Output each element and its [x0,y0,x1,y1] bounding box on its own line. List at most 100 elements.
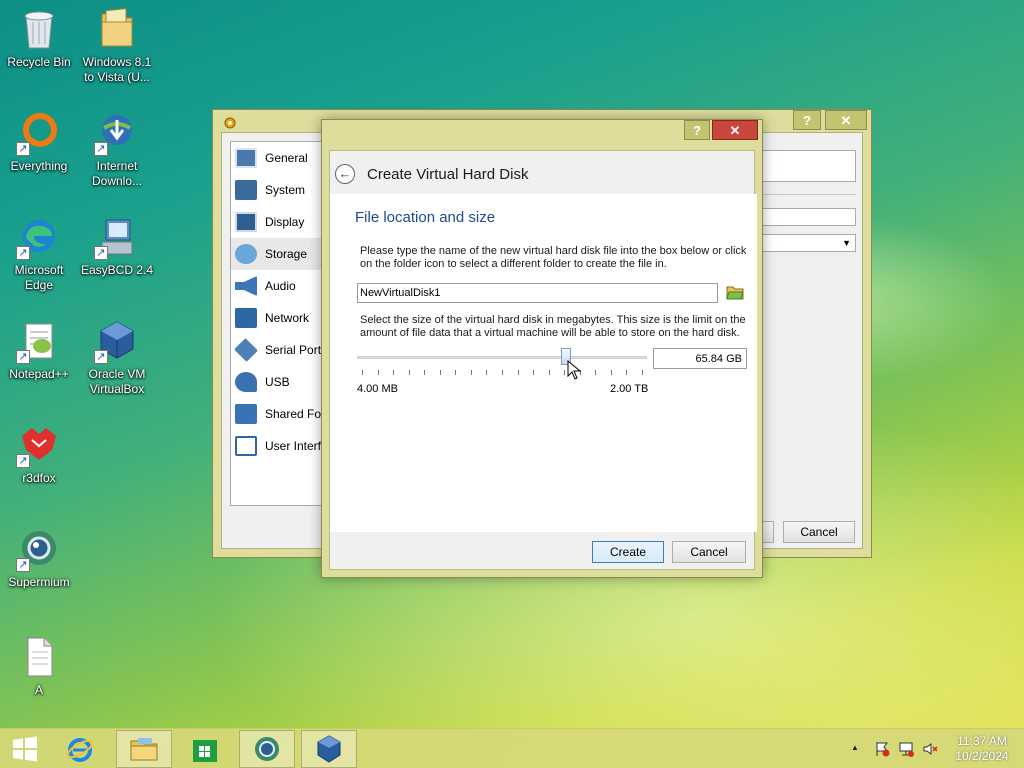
dialog-cancel-button[interactable]: Cancel [672,541,746,563]
dialog-page: File location and size Please type the n… [330,194,757,532]
nav-item-storage[interactable]: Storage [231,238,329,270]
slider-tick [548,370,550,375]
start-button[interactable] [0,730,50,768]
nav-item-label: Storage [265,247,308,261]
slider-tick [408,370,410,375]
slider-tick [455,370,457,375]
file-explorer-icon [130,738,158,761]
desktop-icon-idm[interactable]: ↗ Internet Downlo... [78,110,156,189]
size-slider[interactable] [357,348,647,378]
virtualbox-icon: ↗ [94,318,140,364]
size-value-input[interactable] [653,348,747,369]
desktop-icon-label: Recycle Bin [7,55,71,69]
nav-item-label: Serial Ports [265,343,328,357]
shortcut-arrow-icon: ↗ [94,246,108,260]
choose-folder-button[interactable] [726,283,744,301]
nav-item-shared-folders[interactable]: Shared Folders [231,398,329,430]
nav-item-label: Shared Folders [265,407,329,421]
taskbar-internet-explorer[interactable] [52,730,108,768]
nav-item-audio[interactable]: Audio [231,270,329,302]
virtualbox-icon [317,735,341,763]
back-button[interactable]: ← [335,164,355,184]
shortcut-arrow-icon: ↗ [94,142,108,156]
dialog-help-button[interactable]: ? [684,120,710,140]
location-instructions: Please type the name of the new virtual … [360,245,747,270]
slider-tick [439,370,441,375]
nav-item-display[interactable]: Display [231,206,329,238]
slider-tick [486,370,488,375]
create-virtual-hard-disk-dialog[interactable]: ? ✕ ← Create Virtual Hard Disk File loca… [321,119,763,578]
settings-help-button[interactable]: ? [793,110,821,130]
tray-overflow-chevron[interactable]: ▲ [851,743,859,752]
nav-item-usb[interactable]: USB [231,366,329,398]
slider-ticks [357,370,647,376]
desktop-icon-easybcd[interactable]: ↗ EasyBCD 2.4 [78,214,156,278]
usb-icon [235,372,257,392]
taskbar-supermium[interactable] [239,730,295,768]
tray-action-center-icon[interactable] [874,741,890,757]
slider-tick [610,370,612,375]
nav-item-system[interactable]: System [231,174,329,206]
settings-gear-icon [222,115,238,131]
shortcut-arrow-icon: ↗ [16,142,30,156]
nav-item-serial-ports[interactable]: Serial Ports [231,334,329,366]
section-heading: File location and size [355,209,496,226]
shared-folder-icon [235,404,257,424]
desktop-icon-notepadpp[interactable]: ↗ Notepad++ [0,318,78,382]
settings-text-field[interactable] [762,208,856,226]
nav-item-user-interface[interactable]: User Interface [231,430,329,462]
nav-item-label: General [265,151,308,165]
desktop-icon-label: Oracle VM VirtualBox [88,367,146,396]
slider-tick [533,370,535,375]
desktop-icon-label: r3dfox [22,471,56,485]
taskbar-virtualbox[interactable] [301,730,357,768]
nav-item-label: User Interface [265,439,329,453]
nav-item-label: System [265,183,306,197]
desktop-icon-text-file[interactable]: A [0,634,78,698]
desktop-icon-label: Everything [10,159,68,173]
desktop-icon-edge[interactable]: ↗ Microsoft Edge [0,214,78,293]
dialog-close-button[interactable]: ✕ [712,120,758,140]
settings-cancel-button[interactable]: Cancel [783,521,855,543]
nav-item-label: Network [265,311,310,325]
tray-clock[interactable]: 11:37 AM 10/2/2024 [948,734,1016,764]
back-arrow-icon: ← [338,166,352,181]
speaker-icon [235,276,257,296]
nav-item-network[interactable]: Network [231,302,329,334]
slider-track [357,356,647,359]
create-button[interactable]: Create [592,541,664,563]
disk-icon [235,244,257,264]
slider-tick [626,370,628,375]
desktop-icon-supermium[interactable]: ↗ Supermium [0,526,78,590]
slider-tick [502,370,503,375]
tray-volume-muted-icon[interactable] [922,741,938,757]
chevron-down-icon: ▼ [842,238,851,248]
desktop-icon-recycle-bin[interactable]: Recycle Bin [0,6,78,70]
desktop-icon-everything[interactable]: ↗ Everything [0,110,78,174]
slider-tick [377,370,379,375]
nav-item-general[interactable]: General [231,142,329,174]
shortcut-arrow-icon: ↗ [16,350,30,364]
settings-close-button[interactable]: ✕ [825,110,867,130]
desktop-icon-virtualbox[interactable]: ↗ Oracle VM VirtualBox [78,318,156,397]
settings-dropdown[interactable]: ▼ [762,234,856,252]
shortcut-arrow-icon: ↗ [94,350,108,364]
everything-icon: ↗ [16,110,62,156]
nav-item-label: USB [265,375,290,389]
text-file-icon [16,634,62,680]
taskbar-file-explorer[interactable] [116,730,172,768]
recycle-bin-icon [16,6,62,52]
settings-ok-button[interactable] [762,521,774,543]
desktop-icon-folder[interactable]: Windows 8.1 to Vista (U... [78,6,156,85]
slider-min-label: 4.00 MB [357,383,398,395]
settings-nav-list[interactable]: General System Display Storage Audio Net… [230,141,330,506]
taskbar-store[interactable] [177,730,233,768]
desktop-icon-label: Microsoft Edge [14,263,64,292]
tray-network-icon[interactable] [898,741,914,757]
internet-download-manager-icon: ↗ [94,110,140,156]
supermium-icon [255,737,279,761]
desktop-icon-label: EasyBCD 2.4 [80,263,154,277]
file-name-input[interactable] [357,283,718,303]
desktop-icon-r3dfox[interactable]: ↗ r3dfox [0,422,78,486]
folder-open-icon [726,286,744,300]
